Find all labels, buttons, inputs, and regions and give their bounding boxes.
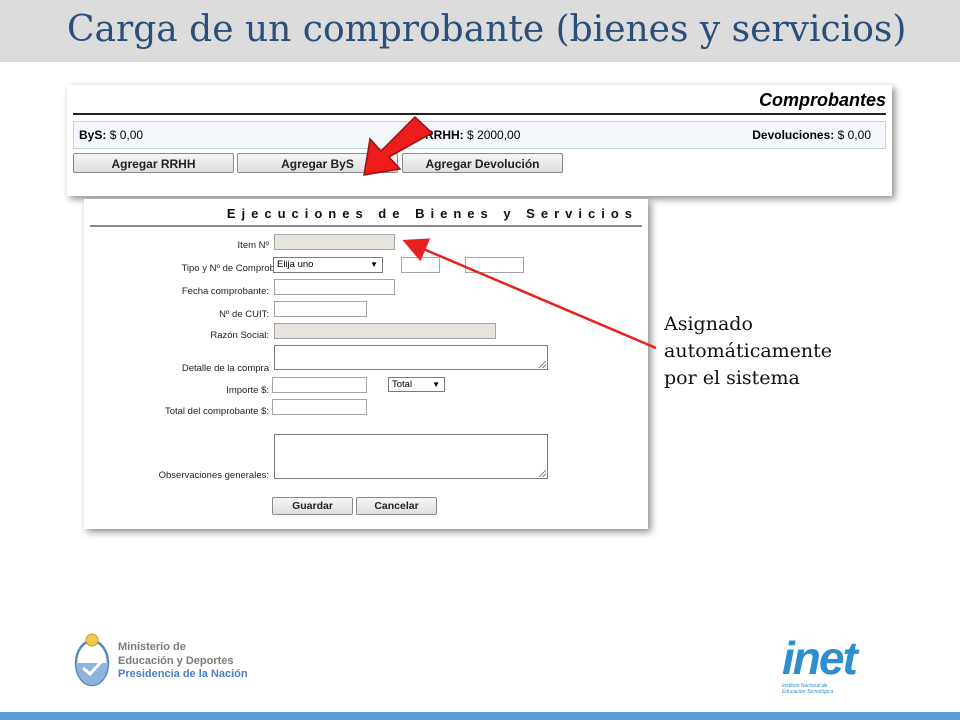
- inet-logo: inet Instituto Nacional de Educación Tec…: [778, 630, 892, 698]
- ministerio-text: Ministerio de Educación y Deportes Presi…: [118, 641, 248, 680]
- bottom-accent-bar: [0, 712, 960, 720]
- inet-subtitle: Instituto Nacional de Educación Tecnológ…: [782, 683, 834, 695]
- pointer-arrow-line: [402, 238, 657, 350]
- big-arrow-icon: [363, 115, 434, 176]
- ministerio-logo: Ministerio de Educación y Deportes Presi…: [70, 632, 270, 692]
- annotation-text: Asignado automáticamente por el sistema: [664, 313, 833, 389]
- inet-wordmark: inet: [782, 632, 858, 684]
- coat-of-arms-icon: [74, 633, 110, 687]
